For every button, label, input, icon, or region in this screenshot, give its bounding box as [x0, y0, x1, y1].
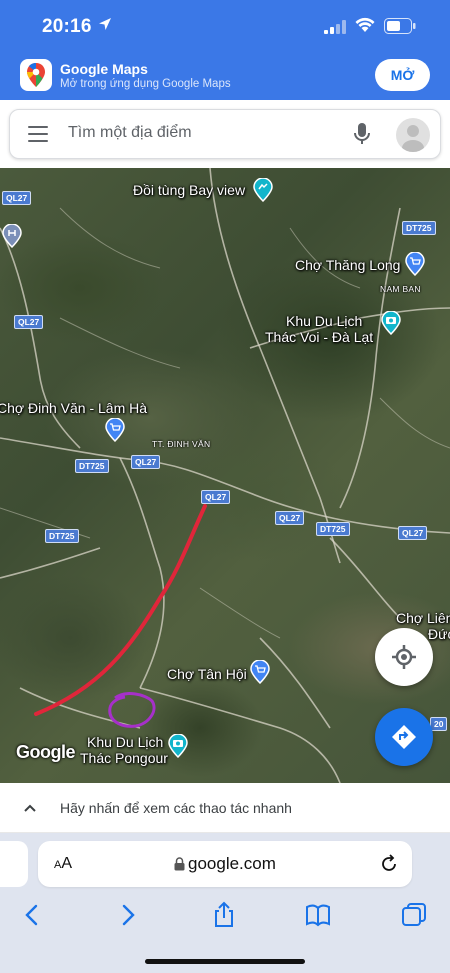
road-shield: QL27	[275, 511, 305, 525]
road-shield: QL27	[131, 455, 161, 469]
directions-button[interactable]	[375, 708, 433, 766]
purple-circle-annotation	[108, 692, 156, 728]
road-shield: DT725	[316, 522, 350, 536]
search-area: Tìm một địa điểm	[0, 100, 450, 168]
place-label-thac-voi-line2[interactable]: Thác Voi - Đà Lạt	[265, 329, 373, 345]
place-label-cho-tan-hoi[interactable]: Chợ Tân Hội	[167, 666, 247, 682]
directions-icon	[392, 725, 416, 749]
quick-actions-text[interactable]: Hãy nhấn để xem các thao tác nhanh	[60, 800, 292, 816]
previous-tab-preview[interactable]	[0, 841, 28, 887]
open-in-app-banner: Google Maps Mở trong ứng dụng Google Map…	[0, 50, 450, 100]
search-box[interactable]: Tìm một địa điểm	[9, 109, 441, 159]
status-bar: 20:16	[0, 0, 450, 50]
app-subtitle: Mở trong ứng dụng Google Maps	[60, 78, 231, 90]
hospital-pin-icon[interactable]	[2, 224, 22, 248]
place-label-nam-ban: NAM BAN	[380, 284, 421, 294]
browser-toolbar: AA google.com	[0, 833, 450, 973]
wifi-icon	[355, 17, 375, 32]
camera-pin-icon[interactable]	[381, 311, 401, 335]
avatar[interactable]	[396, 118, 430, 152]
camera-pin-icon[interactable]	[168, 734, 188, 758]
satellite-map[interactable]: Đồi tùng Bay view Chợ Thăng Long NAM BAN…	[0, 168, 450, 783]
top-app-bar: 20:16 Google Maps Mở trong ứng dụng Goog…	[0, 0, 450, 100]
lock-icon	[174, 857, 185, 871]
app-title: Google Maps	[60, 61, 148, 77]
road-shield: QL27	[14, 315, 44, 329]
google-watermark: Google	[16, 742, 76, 762]
forward-icon[interactable]	[114, 901, 142, 929]
address-bar[interactable]: AA google.com	[38, 841, 412, 887]
back-icon[interactable]	[18, 901, 46, 929]
viewpoint-pin-icon[interactable]	[253, 178, 273, 202]
shopping-pin-icon[interactable]	[105, 418, 125, 442]
place-label-thac-voi-line1[interactable]: Khu Du Lịch	[286, 313, 362, 329]
place-label-tt-dinh-van: TT. ĐINH VĂN	[152, 439, 211, 449]
road-shield: DT725	[75, 459, 109, 473]
quick-actions-bar[interactable]: Hãy nhấn để xem các thao tác nhanh	[0, 783, 450, 833]
microphone-icon[interactable]	[353, 122, 371, 146]
place-label-cho-dinh-van[interactable]: Chợ Đinh Văn - Lâm Hà	[0, 400, 147, 416]
road-shield: DT725	[45, 529, 79, 543]
place-label-pongour-line2[interactable]: Thác Pongour	[80, 750, 168, 766]
reader-aa-button[interactable]: AA	[54, 855, 72, 873]
bookmarks-icon[interactable]	[304, 901, 332, 929]
place-label-cho-lien-line1[interactable]: Chợ Liên	[396, 610, 450, 626]
tabs-icon[interactable]	[400, 901, 428, 929]
road-shield: QL27	[398, 526, 428, 540]
location-arrow-icon	[99, 18, 111, 30]
road-shield: QL27	[201, 490, 231, 504]
road-shield: QL27	[2, 191, 32, 205]
battery-icon	[384, 18, 416, 34]
menu-icon[interactable]	[28, 126, 48, 142]
home-indicator	[145, 959, 305, 964]
share-icon[interactable]	[210, 901, 238, 929]
place-label-cho-thang-long[interactable]: Chợ Thăng Long	[295, 257, 400, 273]
road-shield: DT725	[402, 221, 436, 235]
chevron-up-icon[interactable]	[22, 800, 38, 816]
search-input[interactable]: Tìm một địa điểm	[68, 124, 192, 142]
reload-icon[interactable]	[379, 854, 399, 874]
place-label-doi-tung[interactable]: Đồi tùng Bay view	[133, 182, 245, 198]
my-location-button[interactable]	[375, 628, 433, 686]
google-maps-logo-icon[interactable]	[20, 59, 52, 91]
open-app-button[interactable]: MỞ	[375, 59, 430, 91]
url-text[interactable]: google.com	[188, 854, 276, 874]
cellular-signal-icon	[324, 20, 346, 34]
shopping-pin-icon[interactable]	[250, 660, 270, 684]
status-time: 20:16	[42, 16, 92, 37]
shopping-pin-icon[interactable]	[405, 252, 425, 276]
place-label-pongour-line1[interactable]: Khu Du Lịch	[87, 734, 163, 750]
my-location-icon	[392, 645, 416, 669]
